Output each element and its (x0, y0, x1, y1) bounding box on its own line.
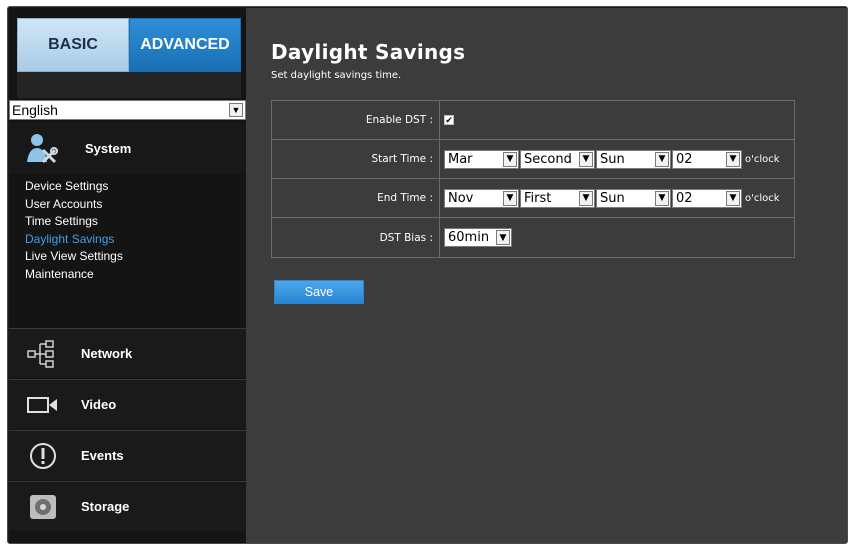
save-button[interactable]: Save (274, 280, 364, 304)
chevron-down-icon[interactable]: ▼ (579, 151, 593, 167)
network-tree-icon (23, 336, 63, 372)
end-hour-select[interactable]: 02 ▼ (672, 188, 742, 208)
end-day-value: Sun (600, 190, 625, 206)
end-time-label: End Time : (272, 179, 440, 217)
end-week-value: First (524, 190, 552, 206)
language-select[interactable]: English ▼ (9, 100, 246, 120)
chevron-down-icon[interactable]: ▼ (579, 190, 593, 206)
start-day-value: Sun (600, 151, 625, 167)
form-row-dst-bias: DST Bias : 60min ▼ (272, 218, 794, 257)
form-row-end-time: End Time : Nov ▼ First ▼ Sun ▼ 02 ▼ o'cl… (272, 179, 794, 218)
hard-disk-icon (23, 489, 63, 525)
start-week-value: Second (524, 151, 572, 167)
tab-advanced[interactable]: ADVANCED (129, 18, 241, 81)
system-tools-icon (23, 130, 63, 166)
alert-circle-icon (23, 438, 63, 474)
enable-dst-label: Enable DST : (272, 101, 440, 139)
end-month-select[interactable]: Nov ▼ (444, 188, 519, 208)
end-day-select[interactable]: Sun ▼ (596, 188, 671, 208)
submenu-device-settings[interactable]: Device Settings (9, 178, 246, 196)
sidebar-item-video[interactable]: Video (9, 379, 246, 429)
page-subtitle: Set daylight savings time. (271, 70, 402, 81)
sidebar-item-storage[interactable]: Storage (9, 481, 246, 531)
start-day-select[interactable]: Sun ▼ (596, 149, 671, 169)
start-hour-select[interactable]: 02 ▼ (672, 149, 742, 169)
chevron-down-icon[interactable]: ▼ (503, 190, 517, 206)
form-row-enable-dst: Enable DST : ✔ (272, 101, 794, 140)
end-hour-value: 02 (676, 190, 693, 206)
start-week-select[interactable]: Second ▼ (520, 149, 595, 169)
sidebar-item-network[interactable]: Network (9, 328, 246, 378)
end-month-value: Nov (448, 190, 474, 206)
end-oclock-text: o'clock (745, 192, 780, 204)
sidebar-item-label: Network (81, 346, 133, 361)
page-title: Daylight Savings (271, 40, 466, 64)
submenu-daylight-savings[interactable]: Daylight Savings (9, 231, 246, 249)
enable-dst-checkbox[interactable]: ✔ (444, 115, 454, 125)
chevron-down-icon[interactable]: ▼ (726, 190, 740, 206)
sidebar-item-label: System (85, 140, 132, 156)
chevron-down-icon[interactable]: ▼ (503, 151, 517, 167)
system-submenu: Device Settings User Accounts Time Setti… (9, 178, 246, 326)
sidebar-item-label: Video (81, 397, 117, 412)
language-value: English (12, 102, 58, 118)
tab-basic[interactable]: BASIC (17, 18, 129, 72)
video-camera-icon (23, 387, 63, 423)
chevron-down-icon[interactable]: ▼ (655, 151, 669, 167)
chevron-down-icon[interactable]: ▼ (229, 103, 243, 117)
tab-strip (17, 72, 241, 98)
mode-tabs: BASIC ADVANCED (17, 18, 241, 81)
sidebar-item-label: Events (81, 448, 124, 463)
start-month-value: Mar (448, 151, 473, 167)
chevron-down-icon[interactable]: ▼ (655, 190, 669, 206)
sidebar-item-system[interactable]: System (9, 122, 258, 174)
start-time-label: Start Time : (272, 140, 440, 178)
start-month-select[interactable]: Mar ▼ (444, 149, 519, 169)
dst-bias-label: DST Bias : (272, 218, 440, 257)
sidebar-item-label: Storage (81, 499, 130, 514)
app-frame: BASIC ADVANCED English ▼ System Device S… (7, 6, 848, 544)
submenu-time-settings[interactable]: Time Settings (9, 213, 246, 231)
submenu-maintenance[interactable]: Maintenance (9, 266, 246, 284)
chevron-down-icon[interactable]: ▼ (726, 151, 740, 167)
submenu-live-view-settings[interactable]: Live View Settings (9, 248, 246, 266)
start-oclock-text: o'clock (745, 153, 780, 165)
dst-bias-value: 60min (448, 230, 490, 245)
chevron-down-icon[interactable]: ▼ (496, 230, 510, 245)
dst-bias-select[interactable]: 60min ▼ (444, 228, 512, 247)
form-row-start-time: Start Time : Mar ▼ Second ▼ Sun ▼ 02 ▼ o… (272, 140, 794, 179)
main-panel: Daylight Savings Set daylight savings ti… (246, 8, 847, 543)
start-hour-value: 02 (676, 151, 693, 167)
sidebar: BASIC ADVANCED English ▼ System Device S… (9, 8, 258, 543)
submenu-user-accounts[interactable]: User Accounts (9, 196, 246, 214)
dst-form: Enable DST : ✔ Start Time : Mar ▼ Second… (271, 100, 795, 258)
end-week-select[interactable]: First ▼ (520, 188, 595, 208)
sidebar-item-events[interactable]: Events (9, 430, 246, 480)
